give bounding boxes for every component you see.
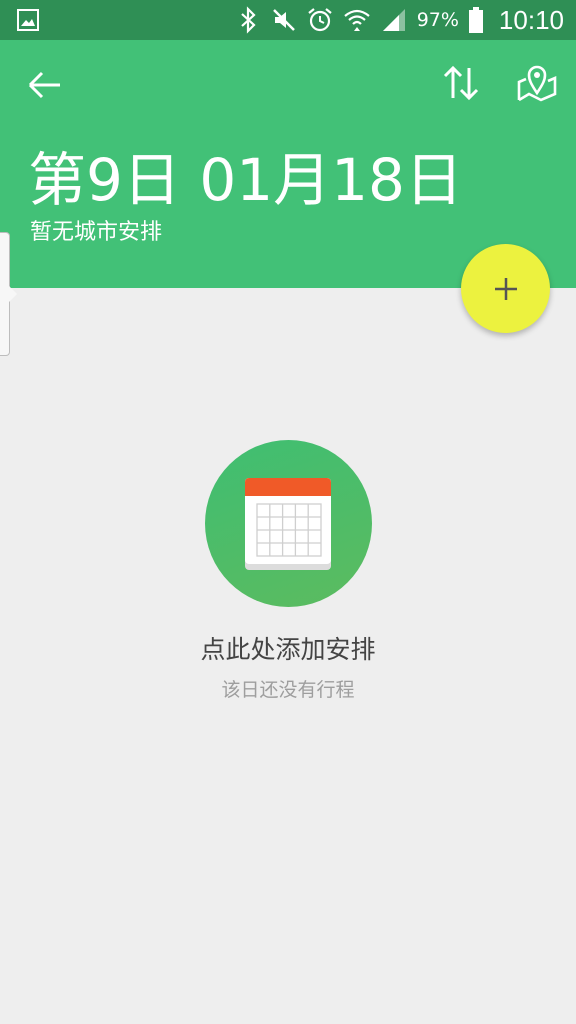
gallery-icon [17, 9, 39, 31]
mute-icon [272, 9, 295, 31]
status-clock: 10:10 [498, 4, 564, 35]
battery-icon [468, 7, 483, 33]
bluetooth-icon [240, 6, 256, 34]
side-drawer-handle[interactable] [0, 232, 17, 356]
add-plan-prompt[interactable]: 点此处添加安排 [0, 630, 576, 666]
plus-icon [494, 277, 517, 300]
empty-state-hint: 该日还没有行程 [221, 679, 355, 701]
map-pin-icon[interactable] [514, 60, 560, 106]
status-bar: 97% 10:10 [0, 0, 576, 40]
sort-icon[interactable] [438, 60, 484, 106]
battery-percent: 97% [416, 9, 459, 31]
day-subtitle: 暂无城市安排 [30, 220, 163, 245]
chevron-right-icon [8, 285, 17, 303]
empty-state-illustration[interactable] [205, 440, 372, 607]
back-arrow-icon[interactable] [22, 62, 68, 108]
day-title: 第9日 01月18日 [28, 146, 463, 214]
alarm-icon [308, 8, 332, 32]
wifi-icon [343, 9, 370, 31]
signal-icon [382, 9, 405, 31]
add-plan-button[interactable] [461, 244, 550, 333]
calendar-icon [245, 478, 331, 570]
